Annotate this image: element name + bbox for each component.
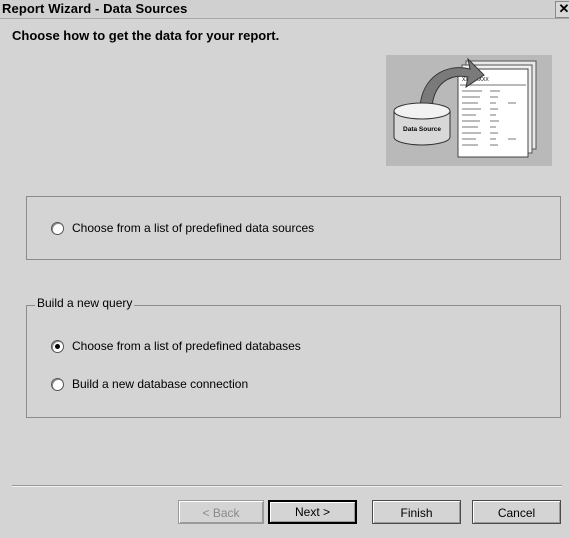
- radio-new-database-connection[interactable]: Build a new database connection: [51, 377, 248, 391]
- window-title: Report Wizard - Data Sources: [2, 1, 188, 16]
- data-source-illustration: XXXXXXXX Data Source: [386, 55, 552, 166]
- close-icon: ✕: [558, 1, 569, 16]
- build-query-group: [26, 305, 561, 418]
- next-button[interactable]: Next >: [268, 500, 357, 524]
- radio-dot[interactable]: [51, 377, 64, 391]
- radio-label: Choose from a list of predefined data so…: [72, 221, 315, 235]
- radio-label: Build a new database connection: [72, 377, 249, 391]
- button-separator: [12, 485, 562, 487]
- radio-dot[interactable]: [51, 221, 64, 235]
- cancel-button[interactable]: Cancel: [472, 500, 561, 524]
- radio-predefined-databases[interactable]: Choose from a list of predefined databas…: [51, 339, 301, 353]
- close-button[interactable]: ✕: [555, 1, 569, 18]
- page-heading: Choose how to get the data for your repo…: [12, 28, 280, 43]
- report-wizard-window: Report Wizard - Data Sources ✕ Choose ho…: [0, 0, 569, 538]
- radio-dot-selected[interactable]: [51, 339, 64, 353]
- back-button[interactable]: < Back: [178, 500, 264, 524]
- data-source-to-report-icon: XXXXXXXX Data Source: [393, 57, 537, 158]
- title-bar: Report Wizard - Data Sources ✕: [0, 0, 569, 19]
- radio-label: Choose from a list of predefined databas…: [72, 339, 301, 353]
- radio-predefined-data-sources[interactable]: Choose from a list of predefined data so…: [51, 221, 314, 235]
- data-source-label: Data Source: [403, 126, 441, 133]
- build-query-legend: Build a new query: [35, 296, 135, 310]
- finish-button[interactable]: Finish: [372, 500, 461, 524]
